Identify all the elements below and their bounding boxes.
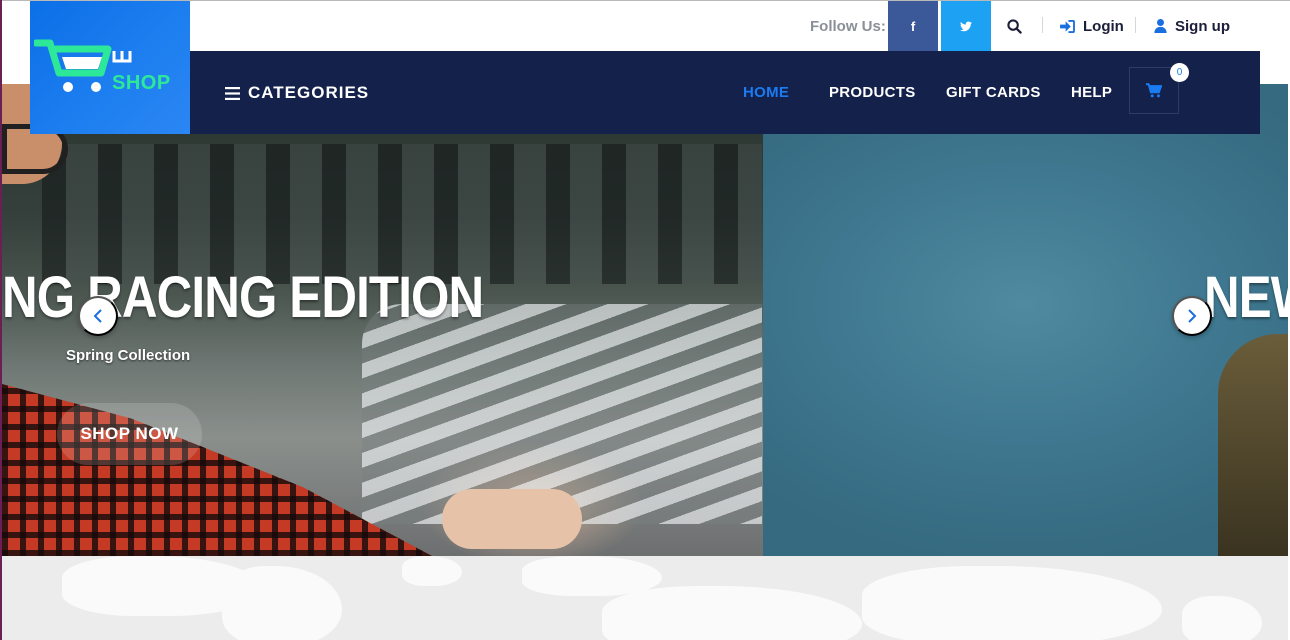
main-navigation: CATEGORIES HOME PRODUCTS GIFT CARDS HELP… [190, 51, 1260, 134]
signup-label: Sign up [1175, 17, 1230, 35]
user-icon [1154, 19, 1167, 33]
slide-subtitle: Spring Collection [66, 347, 191, 364]
nav-products[interactable]: PRODUCTS [829, 84, 916, 101]
chevron-left-icon [93, 309, 102, 323]
shop-now-button[interactable]: SHOP NOW [57, 403, 202, 465]
top-bar: Follow Us: f Login Sign up [190, 1, 1290, 51]
slide-title: NG RACING EDITION [2, 265, 484, 330]
nav-help[interactable]: HELP [1071, 84, 1112, 101]
chevron-right-icon [1188, 309, 1197, 323]
twitter-button[interactable] [941, 1, 991, 51]
divider [1135, 17, 1136, 33]
hero-slider: NG RACING EDITION NEW Spring Collection … [2, 84, 1288, 556]
slider-next-button[interactable] [1172, 296, 1212, 336]
divider [1042, 17, 1043, 33]
cart-count-badge: 0 [1170, 63, 1189, 82]
signup-link[interactable]: Sign up [1154, 16, 1230, 36]
world-map-background [2, 556, 1288, 640]
site-logo[interactable]: SHOP [30, 1, 190, 134]
shopping-cart-icon [1146, 83, 1162, 98]
nav-gift-cards[interactable]: GIFT CARDS [946, 84, 1041, 101]
categories-menu-button[interactable]: CATEGORIES [225, 83, 369, 103]
login-label: Login [1083, 17, 1124, 35]
login-link[interactable]: Login [1060, 16, 1124, 36]
nav-home[interactable]: HOME [743, 84, 789, 101]
twitter-icon [960, 20, 972, 31]
next-slide-title: NEW [1204, 265, 1288, 330]
slider-prev-button[interactable] [78, 296, 118, 336]
facebook-button[interactable]: f [888, 1, 938, 51]
logo-text: SHOP [112, 72, 171, 94]
search-button[interactable] [1004, 16, 1024, 36]
follow-us-label: Follow Us: [810, 18, 886, 35]
search-icon [1006, 18, 1022, 34]
facebook-icon: f [910, 18, 916, 34]
sign-in-icon [1060, 19, 1075, 33]
categories-label: CATEGORIES [248, 83, 370, 102]
hamburger-icon [225, 86, 240, 100]
